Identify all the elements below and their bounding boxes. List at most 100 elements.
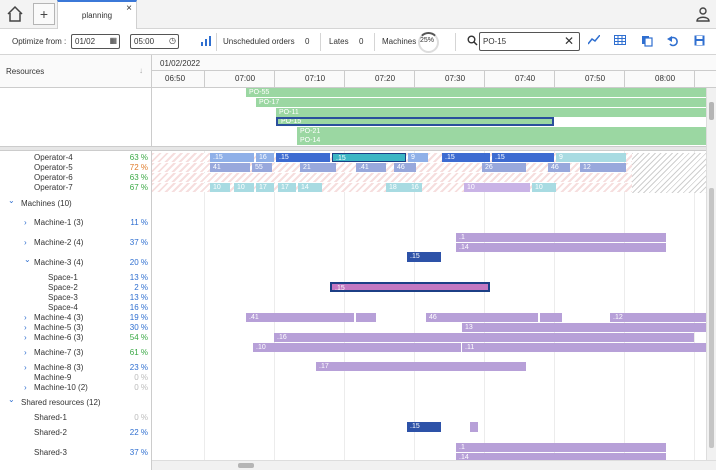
resource-row[interactable]: › Machine-4 (3) 19 % [0, 313, 151, 323]
task-bar[interactable]: 55 [252, 163, 272, 172]
task-bar[interactable] [540, 313, 562, 322]
task-bar[interactable]: .17 [316, 362, 526, 371]
task-bar[interactable]: .16 [274, 333, 694, 342]
order-bar[interactable]: PO-11 [276, 108, 706, 117]
task-bar[interactable]: .14 [456, 453, 666, 460]
task-bar[interactable]: .41 [246, 313, 354, 322]
order-bar-selected[interactable]: PO-15 [276, 117, 554, 126]
task-bar[interactable]: 10 [234, 183, 254, 192]
task-bar[interactable]: .1 [456, 233, 666, 242]
resource-row[interactable]: Operator-4 63 % [0, 153, 151, 163]
task-bar[interactable]: 41 [210, 163, 250, 172]
resource-row[interactable]: › Machine-7 (3) 61 % [0, 348, 151, 358]
undo-icon[interactable] [666, 35, 680, 49]
scroll-thumb[interactable] [709, 102, 714, 120]
scroll-thumb[interactable] [709, 188, 714, 448]
task-bar[interactable]: .15 [210, 153, 254, 162]
chevron-right-icon[interactable]: › [24, 313, 27, 322]
chevron-right-icon[interactable]: › [24, 383, 27, 392]
chevron-down-icon[interactable]: ⌄ [24, 255, 31, 264]
resource-row[interactable]: Space-4 16 % [0, 303, 151, 313]
task-bar[interactable]: .11 [462, 343, 706, 352]
resource-row[interactable]: › Machine-5 (3) 30 % [0, 323, 151, 333]
resource-row[interactable]: › Machine-10 (2) 0 % [0, 383, 151, 393]
chart-icon[interactable] [587, 34, 601, 49]
optimize-icon[interactable] [199, 35, 213, 49]
resource-row[interactable]: ⌄ Machine-3 (4) 20 % [0, 255, 151, 268]
order-bar[interactable]: PO-17 [256, 98, 706, 107]
task-bar[interactable]: 14 [298, 183, 322, 192]
task-bar[interactable]: .1 [456, 443, 666, 452]
task-bar[interactable]: 10 [210, 183, 230, 192]
task-bar[interactable]: .15 [407, 422, 441, 432]
task-bar[interactable]: 17 [256, 183, 274, 192]
sort-icon[interactable]: ↓ [139, 66, 143, 75]
chevron-right-icon[interactable]: › [24, 348, 27, 357]
resource-row[interactable]: Shared-1 0 % [0, 413, 151, 423]
calendar-icon[interactable]: ▦ [109, 36, 117, 45]
task-bar[interactable]: 9 [408, 153, 428, 162]
task-bar[interactable]: 46 [394, 163, 416, 172]
resource-row[interactable]: Operator-5 72 % [0, 163, 151, 173]
chevron-right-icon[interactable]: › [24, 363, 27, 372]
chevron-down-icon[interactable]: ⌄ [8, 395, 15, 404]
task-bar[interactable]: .15 [492, 153, 554, 162]
order-bar[interactable]: PO-21 [297, 127, 706, 136]
scroll-thumb[interactable] [238, 463, 254, 468]
resource-row[interactable]: Space-2 2 % [0, 283, 151, 293]
copy-icon[interactable] [640, 35, 654, 49]
task-bar[interactable]: 46 [426, 313, 538, 322]
horizontal-scrollbar[interactable] [152, 460, 716, 470]
resource-row[interactable]: Shared-3 37 % [0, 448, 151, 458]
task-bar-selected[interactable]: .15 [330, 282, 490, 292]
task-bar-selected[interactable]: .15 [332, 153, 406, 162]
resource-row[interactable]: Shared-2 22 % [0, 428, 151, 438]
task-bar[interactable]: .12 [610, 313, 706, 322]
order-bar[interactable]: PO-14 [297, 136, 706, 145]
clear-icon[interactable]: ✕ [564, 34, 574, 48]
time-input[interactable]: 05:00 ◷ [130, 34, 179, 49]
home-icon[interactable] [4, 3, 26, 25]
resource-row[interactable]: ⌄ Shared resources (12) [0, 395, 151, 408]
task-bar[interactable]: .15 [276, 153, 330, 162]
task-bar[interactable]: 46 [548, 163, 570, 172]
resource-row[interactable]: Machine-9 0 % [0, 373, 151, 383]
resource-row[interactable]: › Machine-1 (3) 11 % [0, 218, 151, 228]
unavailable-area[interactable] [152, 173, 632, 182]
resource-row[interactable]: › Machine-2 (4) 37 % [0, 238, 151, 248]
resource-row[interactable]: Operator-7 67 % [0, 183, 151, 193]
resource-row[interactable]: › Machine-8 (3) 23 % [0, 363, 151, 373]
date-input[interactable]: 01/02 ▦ [71, 34, 120, 49]
tab-planning[interactable]: planning × [57, 0, 137, 29]
resource-row[interactable]: › Machine-6 (3) 54 % [0, 333, 151, 343]
resource-row[interactable]: Space-3 13 % [0, 293, 151, 303]
resource-row[interactable]: ⌄ Machines (10) [0, 196, 151, 209]
clock-icon[interactable]: ◷ [169, 36, 176, 45]
plus-icon[interactable]: + [33, 3, 55, 25]
task-bar[interactable]: 13 [462, 323, 706, 332]
task-bar[interactable]: 10 [532, 183, 556, 192]
task-bar[interactable]: 26 [482, 163, 526, 172]
order-bar[interactable]: PO-55 [246, 88, 706, 97]
task-bar[interactable]: 9 [556, 153, 626, 162]
task-bar[interactable]: 16 [408, 183, 422, 192]
closed-area[interactable] [632, 153, 706, 193]
task-bar[interactable]: 18 [386, 183, 408, 192]
grid-icon[interactable] [613, 35, 627, 49]
save-icon[interactable] [692, 35, 706, 49]
task-bar[interactable]: .14 [456, 243, 666, 252]
task-bar[interactable] [470, 422, 478, 432]
resource-row[interactable]: Operator-6 63 % [0, 173, 151, 183]
chevron-down-icon[interactable]: ⌄ [8, 196, 15, 205]
task-bar[interactable]: 16 [256, 153, 274, 162]
task-bar[interactable]: .41 [356, 163, 386, 172]
chevron-right-icon[interactable]: › [24, 218, 27, 227]
chevron-right-icon[interactable]: › [24, 323, 27, 332]
task-bar[interactable] [356, 313, 376, 322]
task-bar[interactable]: .15 [442, 153, 490, 162]
chevron-right-icon[interactable]: › [24, 333, 27, 342]
task-bar[interactable]: 21 [300, 163, 336, 172]
close-icon[interactable]: × [126, 3, 132, 14]
vertical-scrollbar[interactable] [706, 88, 716, 460]
search-input[interactable]: PO-15 ✕ [479, 32, 580, 51]
